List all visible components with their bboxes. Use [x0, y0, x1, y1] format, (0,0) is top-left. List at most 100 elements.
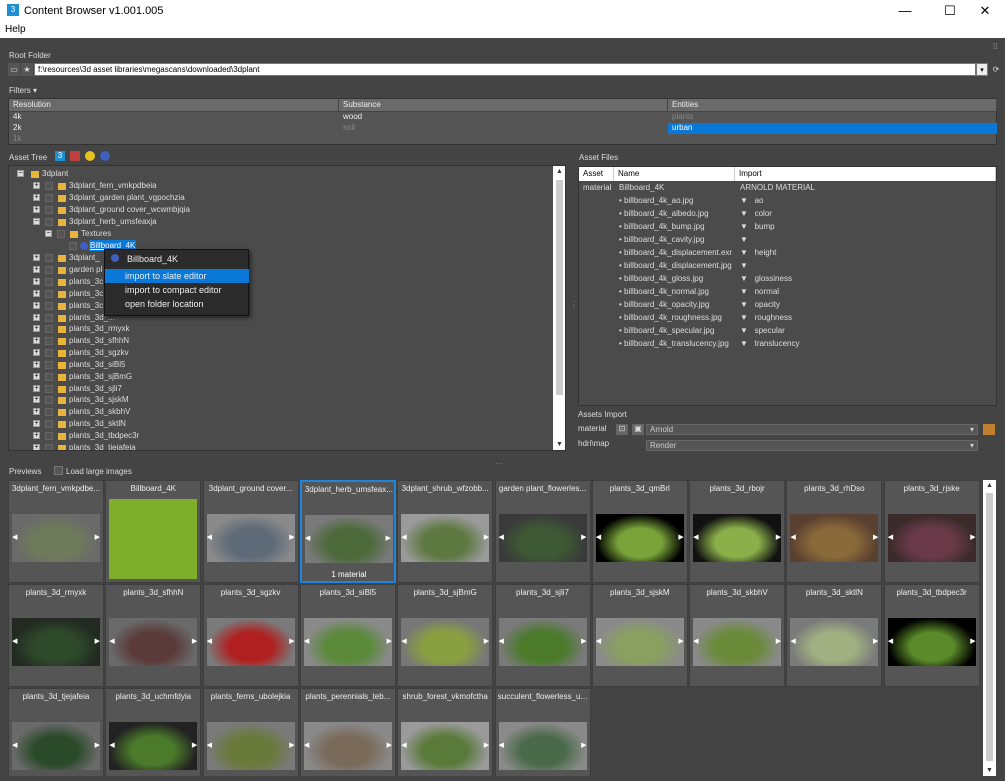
next-image-icon[interactable]: ▶: [484, 637, 489, 645]
preview-tile[interactable]: Billboard_4K: [105, 480, 202, 583]
maximize-button[interactable]: ☐: [930, 0, 970, 22]
next-image-icon[interactable]: ▶: [581, 533, 586, 541]
expand-icon[interactable]: +: [33, 182, 40, 189]
expand-icon[interactable]: +: [33, 206, 40, 213]
import-type-dropdown[interactable]: ▼ glossiness: [740, 274, 792, 287]
previous-image-icon[interactable]: ◀: [596, 637, 601, 645]
expand-icon[interactable]: +: [33, 337, 40, 344]
scroll-down-icon[interactable]: ▼: [986, 767, 993, 774]
file-name[interactable]: • billboard_4k_opacity.jpg: [619, 300, 709, 313]
previous-image-icon[interactable]: ◀: [693, 637, 698, 645]
file-name[interactable]: • billboard_4k_displacement.jpg: [619, 261, 732, 274]
import-type-dropdown[interactable]: ▼ color: [740, 209, 772, 222]
expand-icon[interactable]: +: [33, 432, 40, 439]
path-dropdown-chevron-icon[interactable]: ▾: [976, 63, 988, 76]
scroll-up-icon[interactable]: ▲: [556, 168, 563, 175]
preview-tile[interactable]: plants_3d_tbdpec3r ◀ ▶: [883, 584, 980, 687]
next-image-icon[interactable]: ▶: [581, 741, 586, 749]
next-image-icon[interactable]: ▶: [484, 741, 489, 749]
previous-image-icon[interactable]: ◀: [207, 637, 212, 645]
import-type-dropdown[interactable]: ▼ bump: [740, 222, 775, 235]
tree-checkbox[interactable]: [45, 349, 53, 357]
tree-checkbox[interactable]: [45, 337, 53, 345]
next-image-icon[interactable]: ▶: [192, 741, 197, 749]
load-large-images-checkbox[interactable]: [54, 466, 63, 475]
tree-checkbox[interactable]: [45, 420, 53, 428]
3dsmax-icon[interactable]: 3: [55, 151, 65, 161]
expand-icon[interactable]: +: [33, 444, 40, 450]
expand-icon[interactable]: +: [33, 325, 40, 332]
material-settings-icon[interactable]: ▣: [632, 424, 644, 435]
preview-tile[interactable]: 3dplant_shrub_wfzobb... ◀ ▶: [397, 480, 494, 583]
expand-icon[interactable]: +: [33, 290, 40, 297]
column-header-import[interactable]: Import: [735, 167, 996, 181]
filter-item[interactable]: wood: [339, 112, 668, 123]
file-name[interactable]: • billboard_4k_gloss.jpg: [619, 274, 703, 287]
light-icon[interactable]: [85, 151, 95, 161]
tree-checkbox[interactable]: [45, 408, 53, 416]
next-image-icon[interactable]: ▶: [970, 637, 975, 645]
sphere-icon[interactable]: [100, 151, 110, 161]
preview-tile[interactable]: 3dplant_fern_vmkpdbe... ◀ ▶: [8, 480, 104, 583]
previews-scrollbar[interactable]: ▲ ▼: [983, 480, 996, 776]
material-asset[interactable]: material: [583, 183, 611, 196]
next-image-icon[interactable]: ▶: [776, 533, 781, 541]
tree-checkbox[interactable]: [45, 182, 53, 190]
preview-tile[interactable]: plants_3d_uchmfdyia ◀ ▶: [105, 688, 202, 776]
import-type-dropdown[interactable]: ▼ opacity: [740, 300, 780, 313]
next-image-icon[interactable]: ▶: [386, 534, 391, 542]
expand-icon[interactable]: +: [33, 302, 40, 309]
tree-checkbox[interactable]: [69, 242, 77, 250]
preview-tile[interactable]: plants_3d_sjli7 ◀ ▶: [494, 584, 591, 687]
minimize-button[interactable]: —: [885, 0, 925, 22]
preview-tile[interactable]: shrub_forest_vkmofctha ◀ ▶: [397, 688, 494, 776]
file-name[interactable]: • billboard_4k_specular.jpg: [619, 326, 714, 339]
material-import-toggle[interactable]: ⊡: [616, 424, 628, 435]
preview-tile[interactable]: plants_perennials_teb... ◀ ▶: [299, 688, 396, 776]
previous-image-icon[interactable]: ◀: [401, 637, 406, 645]
preview-tile[interactable]: plants_3d_sjskM ◀ ▶: [591, 584, 688, 687]
collapse-icon[interactable]: −: [45, 230, 52, 237]
preview-tile[interactable]: plants_3d_rjske ◀ ▶: [883, 480, 980, 583]
preview-tile[interactable]: 3dplant_ground cover... ◀ ▶: [202, 480, 299, 583]
expand-icon[interactable]: +: [33, 373, 40, 380]
material-name[interactable]: Billboard_4K: [619, 183, 664, 196]
column-header-asset[interactable]: Asset: [579, 167, 614, 181]
next-image-icon[interactable]: ▶: [581, 637, 586, 645]
material-renderer-select[interactable]: Arnold ▾: [646, 424, 978, 435]
preview-tile[interactable]: plants_3d_sfhhN ◀ ▶: [105, 584, 202, 687]
tree-checkbox[interactable]: [45, 254, 53, 262]
previous-image-icon[interactable]: ◀: [888, 637, 893, 645]
previous-image-icon[interactable]: ◀: [12, 637, 17, 645]
scrollbar-thumb[interactable]: [556, 180, 563, 395]
previous-image-icon[interactable]: ◀: [499, 741, 504, 749]
previous-image-icon[interactable]: ◀: [12, 741, 17, 749]
tree-checkbox[interactable]: [45, 314, 53, 322]
filter-item[interactable]: soil: [339, 123, 668, 134]
preview-tile[interactable]: plants_3d_sgzkv ◀ ▶: [202, 584, 299, 687]
scroll-up-icon[interactable]: ▲: [986, 482, 993, 489]
expand-icon[interactable]: +: [33, 266, 40, 273]
preview-tile[interactable]: plants_3d_tjejafeia ◀ ▶: [8, 688, 104, 776]
import-type-dropdown[interactable]: ▼ specular: [740, 326, 785, 339]
import-type-dropdown[interactable]: ▼ translucency: [740, 339, 800, 352]
menu-item-import-slate[interactable]: import to slate editor: [105, 269, 249, 283]
previous-image-icon[interactable]: ◀: [693, 533, 698, 541]
next-image-icon[interactable]: ▶: [387, 637, 392, 645]
menu-item-import-compact[interactable]: import to compact editor: [105, 283, 249, 297]
next-image-icon[interactable]: ▶: [970, 533, 975, 541]
preview-tile[interactable]: plants_3d_rhDso ◀ ▶: [786, 480, 883, 583]
cube-icon[interactable]: [70, 151, 80, 161]
next-image-icon[interactable]: ▶: [776, 637, 781, 645]
preview-tile[interactable]: plants_3d_sktlN ◀ ▶: [786, 584, 883, 687]
next-image-icon[interactable]: ▶: [289, 637, 294, 645]
previous-image-icon[interactable]: ◀: [499, 637, 504, 645]
import-type-dropdown[interactable]: ▼: [740, 235, 755, 248]
preview-tile[interactable]: plants_3d_skbhV ◀ ▶: [689, 584, 786, 687]
tree-checkbox[interactable]: [45, 290, 53, 298]
collapse-icon[interactable]: −: [17, 170, 24, 177]
filter-header-resolution[interactable]: Resolution: [9, 99, 339, 112]
tree-checkbox[interactable]: [45, 278, 53, 286]
previous-image-icon[interactable]: ◀: [207, 741, 212, 749]
previous-image-icon[interactable]: ◀: [305, 534, 310, 542]
